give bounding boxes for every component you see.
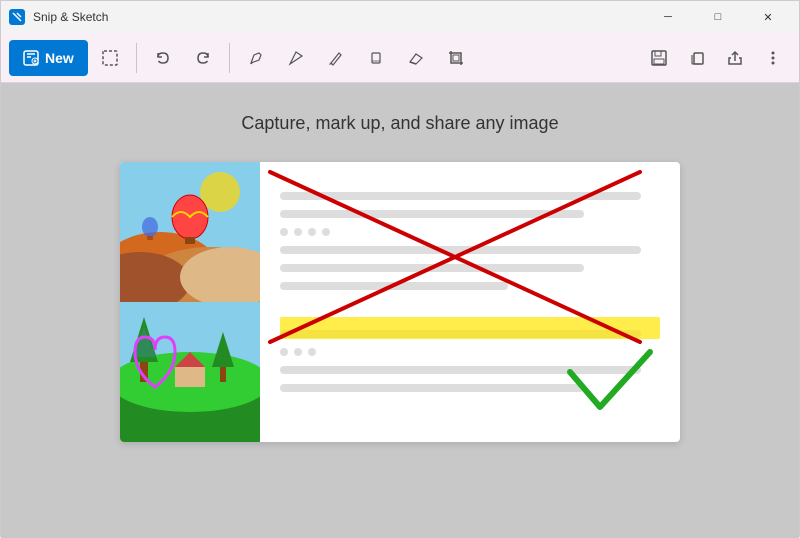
save-button[interactable] (641, 40, 677, 76)
toolbar-separator (136, 43, 137, 73)
close-button[interactable]: ✕ (745, 1, 791, 33)
eraser-icon (406, 48, 426, 68)
dot (322, 228, 330, 236)
new-button-label: New (45, 50, 74, 66)
dot (308, 228, 316, 236)
undo-icon (154, 49, 172, 67)
text-line-3 (280, 246, 641, 254)
title-bar-left: Snip & Sketch (9, 9, 108, 25)
text-line-5 (280, 282, 508, 290)
ballpoint-pen-button[interactable] (238, 40, 274, 76)
landscape-image (120, 302, 260, 442)
highlighter-button[interactable] (358, 40, 394, 76)
share-button[interactable] (717, 40, 753, 76)
toolbar: New (1, 33, 799, 83)
highlighter-icon (366, 48, 386, 68)
balloon-image (120, 162, 260, 302)
dots-row-1 (280, 228, 660, 236)
toolbar-right (641, 40, 791, 76)
eraser-button[interactable] (398, 40, 434, 76)
calligraphy-pen-button[interactable] (278, 40, 314, 76)
demo-card (120, 162, 680, 442)
new-snip-icon (23, 50, 39, 66)
redo-button[interactable] (185, 40, 221, 76)
dot (294, 228, 302, 236)
app-icon (9, 9, 25, 25)
dot (280, 228, 288, 236)
crop-button[interactable] (438, 40, 474, 76)
title-bar-controls[interactable]: ─ □ ✕ (645, 1, 791, 33)
calligraphy-pen-icon (286, 48, 306, 68)
redo-icon (194, 49, 212, 67)
text-line-1 (280, 192, 641, 200)
more-options-button[interactable] (755, 40, 791, 76)
text-line-2 (280, 210, 584, 218)
ballpoint-pen-icon (246, 48, 266, 68)
rectangle-snip-icon (100, 48, 120, 68)
content-area (260, 162, 680, 442)
text-line-7 (280, 366, 641, 374)
crop-icon (446, 48, 466, 68)
share-icon (726, 49, 744, 67)
minimize-button[interactable]: ─ (645, 1, 691, 33)
more-icon (764, 49, 782, 67)
images-column (120, 162, 260, 442)
copy-icon (688, 49, 706, 67)
dot (280, 348, 288, 356)
undo-button[interactable] (145, 40, 181, 76)
annotation-svg (260, 162, 680, 442)
dot (308, 348, 316, 356)
app-title: Snip & Sketch (33, 10, 108, 24)
highlight-bar (280, 317, 660, 339)
pencil-button[interactable] (318, 40, 354, 76)
maximize-button[interactable]: □ (695, 1, 741, 33)
pencil-icon (326, 48, 346, 68)
dots-row-2 (280, 348, 660, 356)
text-line-8 (280, 384, 584, 392)
rectangle-snip-button[interactable] (92, 40, 128, 76)
text-line-4 (280, 264, 584, 272)
main-content: Capture, mark up, and share any image (1, 83, 799, 538)
dot (294, 348, 302, 356)
toolbar-separator-2 (229, 43, 230, 73)
new-button[interactable]: New (9, 40, 88, 76)
tagline: Capture, mark up, and share any image (241, 113, 558, 134)
title-bar: Snip & Sketch ─ □ ✕ (1, 1, 799, 33)
copy-button[interactable] (679, 40, 715, 76)
save-icon (650, 49, 668, 67)
